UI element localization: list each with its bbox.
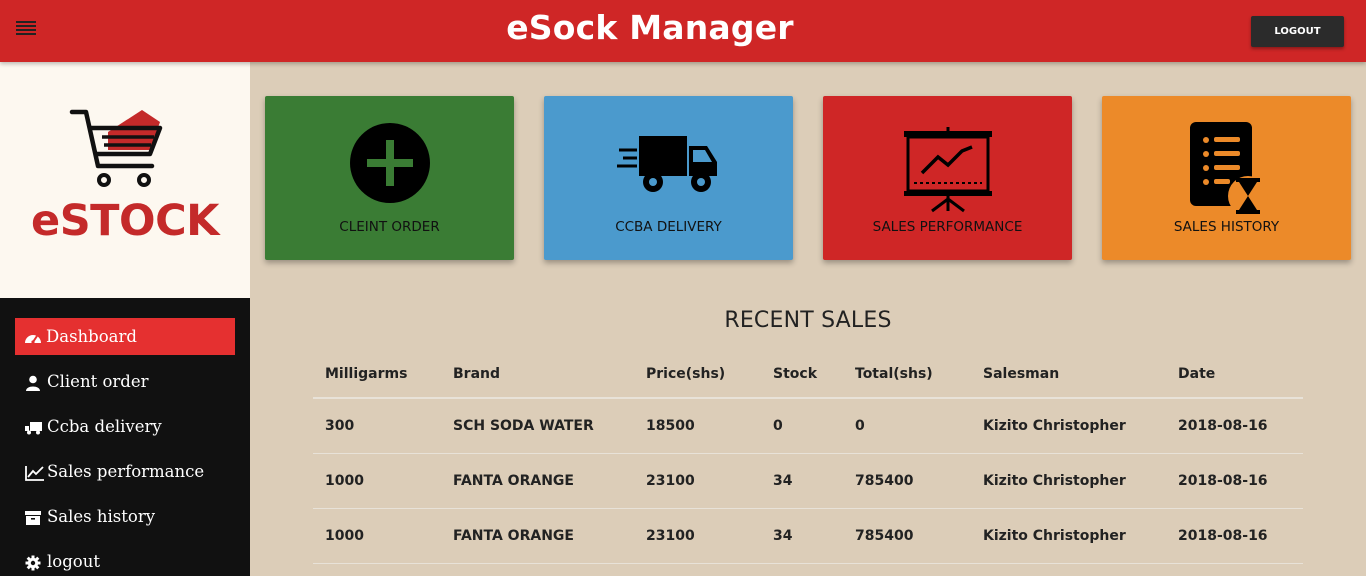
table-cell: 785400	[843, 508, 971, 564]
table-cell: 18500	[634, 398, 761, 454]
sidebar-item-label: Sales history	[47, 507, 156, 526]
table-header-row: Milligarms Brand Price(shs) Stock Total(…	[313, 350, 1303, 399]
table-row: 1000 FANTA ORANGE 23100 34 785400 Kizito…	[313, 453, 1303, 509]
table-cell: FANTA ORANGE	[441, 453, 634, 509]
table-cell: 300	[313, 398, 441, 454]
line-chart-icon	[25, 465, 44, 481]
column-header: Total(shs)	[843, 350, 971, 399]
gear-icon	[25, 555, 43, 571]
card-label: CLEINT ORDER	[339, 219, 440, 235]
table-cell: 34	[761, 508, 843, 564]
card-label: SALES HISTORY	[1173, 219, 1280, 235]
sidebar-nav: Dashboard Client order Ccba delivery Sal…	[0, 298, 250, 576]
app-title: eSock Manager	[506, 8, 794, 47]
table-cell: FANTA ORANGE	[441, 508, 634, 564]
sidebar-item-label: Client order	[47, 372, 149, 391]
table-cell: Kizito Christopher	[971, 508, 1166, 564]
presentation-chart-icon	[823, 122, 1072, 218]
user-icon	[25, 375, 43, 391]
column-header: Milligarms	[313, 350, 441, 399]
table-cell: Kizito Christopher	[971, 398, 1166, 454]
table-cell: 2018-08-16	[1166, 508, 1303, 564]
table-cell: 23100	[634, 508, 761, 564]
sidebar-item-logout[interactable]: logout	[15, 543, 235, 576]
sidebar-item-sales-history[interactable]: Sales history	[15, 498, 235, 535]
table-cell: Kizito Christopher	[971, 453, 1166, 509]
card-sales-history[interactable]: SALES HISTORY	[1102, 96, 1351, 260]
sidebar-item-label: logout	[47, 552, 100, 571]
table-cell: 23100	[634, 453, 761, 509]
sidebar-item-dashboard[interactable]: Dashboard	[15, 318, 235, 355]
table-cell: 34	[761, 453, 843, 509]
sidebar-item-label: Sales performance	[47, 462, 205, 481]
table-cell: 2018-08-16	[1166, 453, 1303, 509]
card-label: CCBA DELIVERY	[615, 219, 722, 235]
table-cell: 1000	[313, 453, 441, 509]
recent-sales-table: Milligarms Brand Price(shs) Stock Total(…	[313, 350, 1303, 564]
logo-text: eSTOCK	[31, 196, 219, 246]
column-header: Price(shs)	[634, 350, 761, 399]
table-cell: 0	[843, 398, 971, 454]
card-label: SALES PERFORMANCE	[872, 219, 1023, 235]
column-header: Salesman	[971, 350, 1166, 399]
column-header: Date	[1166, 350, 1303, 399]
table-cell: 1000	[313, 508, 441, 564]
card-ccba-delivery[interactable]: CCBA DELIVERY	[544, 96, 793, 260]
column-header: Brand	[441, 350, 634, 399]
card-sales-performance[interactable]: SALES PERFORMANCE	[823, 96, 1072, 260]
list-hourglass-icon	[1102, 122, 1351, 218]
dashboard-icon	[24, 330, 42, 346]
table-cell: 2018-08-16	[1166, 398, 1303, 454]
delivery-truck-icon	[544, 122, 793, 218]
table-cell: SCH SODA WATER	[441, 398, 634, 454]
sidebar-item-sales-performance[interactable]: Sales performance	[15, 453, 235, 490]
recent-sales-title: RECENT SALES	[724, 308, 892, 333]
table-row: 1000 FANTA ORANGE 23100 34 785400 Kizito…	[313, 508, 1303, 564]
shopping-cart-logo-icon	[68, 106, 164, 192]
sidebar-logo-panel: eSTOCK	[0, 62, 250, 298]
table-cell: 785400	[843, 453, 971, 509]
archive-icon	[25, 510, 43, 526]
sidebar-item-ccba-delivery[interactable]: Ccba delivery	[15, 408, 235, 445]
column-header: Stock	[761, 350, 843, 399]
plus-circle-icon	[265, 122, 514, 218]
card-client-order[interactable]: CLEINT ORDER	[265, 96, 514, 260]
table-row: 300 SCH SODA WATER 18500 0 0 Kizito Chri…	[313, 398, 1303, 454]
logout-button[interactable]: LOGOUT	[1251, 16, 1344, 47]
sidebar-item-label: Dashboard	[46, 327, 137, 346]
table-cell: 0	[761, 398, 843, 454]
top-bar: eSock Manager LOGOUT	[0, 0, 1366, 62]
truck-icon	[25, 421, 43, 435]
sidebar-item-client-order[interactable]: Client order	[15, 363, 235, 400]
sidebar-item-label: Ccba delivery	[47, 417, 162, 436]
